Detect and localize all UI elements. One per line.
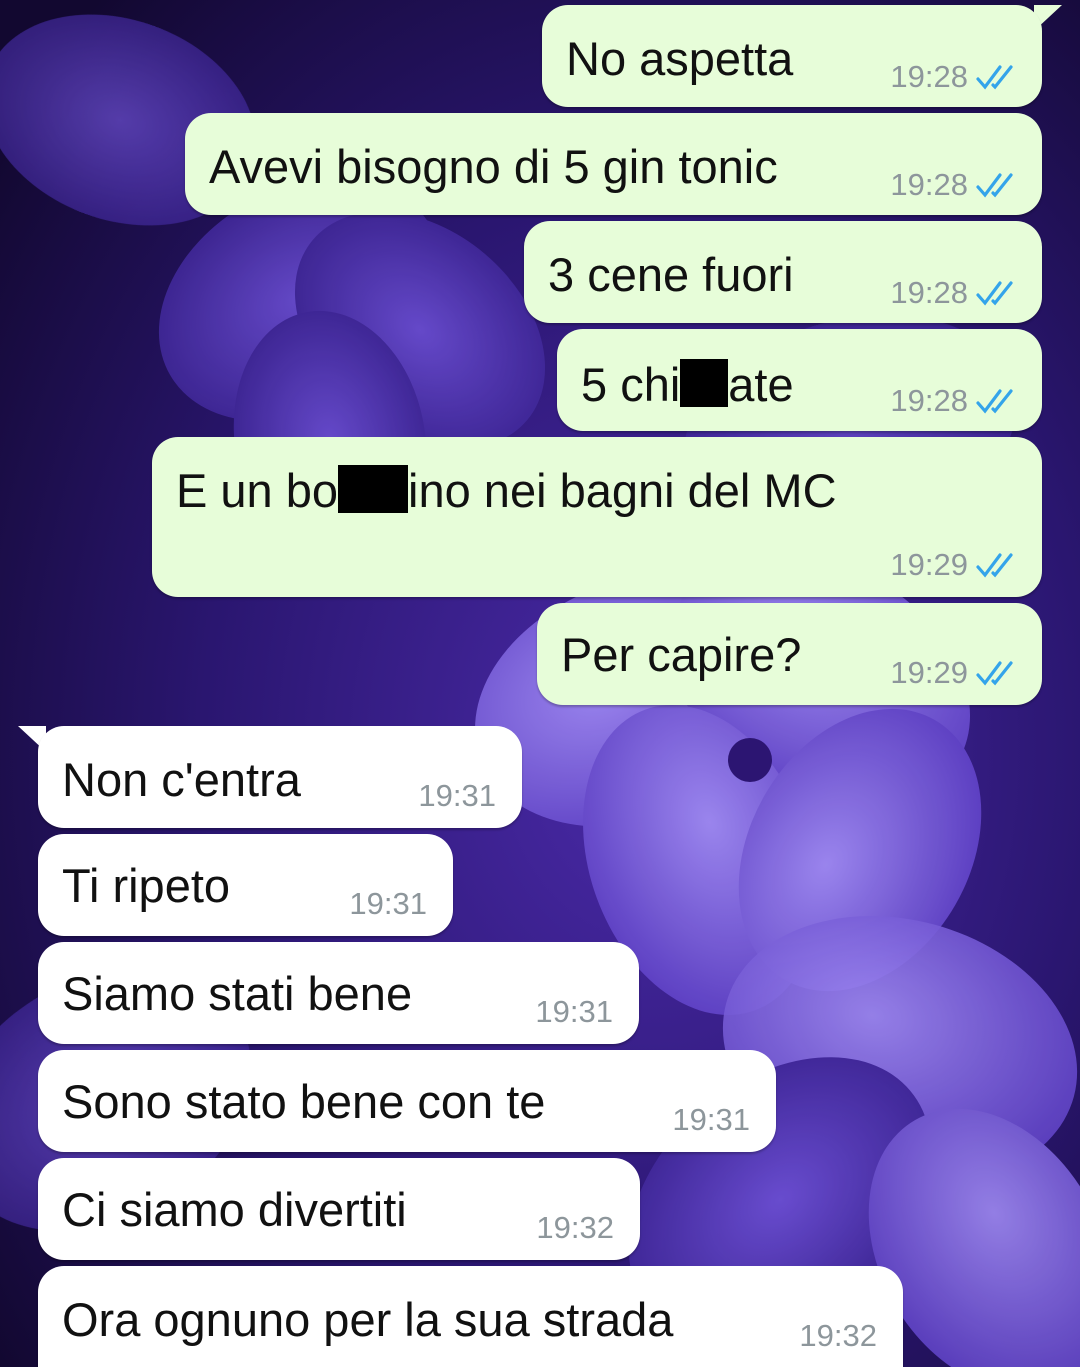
message-text: Avevi bisogno di 5 gin tonic — [209, 140, 778, 193]
message-text: Ora ognuno per la sua strada — [62, 1293, 674, 1346]
read-ticks-icon — [976, 552, 1013, 578]
message-bubble-incoming[interactable]: Ora ognuno per la sua strada 19:32 — [38, 1266, 903, 1367]
message-time: 19:32 — [799, 1318, 877, 1353]
message-meta: 19:31 — [672, 1104, 750, 1135]
message-meta: 19:32 — [536, 1212, 614, 1243]
message-text: 3 cene fuori — [548, 248, 794, 301]
message-text-part: ate — [728, 358, 794, 411]
message-bubble-outgoing[interactable]: Per capire? 19:29 — [537, 603, 1042, 705]
message-text: 5 chi ate — [581, 359, 794, 408]
message-bubble-outgoing[interactable]: E un bo ino nei bagni del MC 19:29 — [152, 437, 1042, 597]
message-meta: 19:32 — [799, 1320, 877, 1351]
message-time: 19:28 — [890, 167, 968, 202]
message-time: 19:31 — [418, 778, 496, 813]
read-ticks-icon — [976, 280, 1013, 306]
message-time: 19:31 — [535, 994, 613, 1029]
message-time: 19:31 — [672, 1102, 750, 1137]
message-text: Per capire? — [561, 628, 802, 681]
message-text: Ci siamo divertiti — [62, 1183, 407, 1236]
message-text: Sono stato bene con te — [62, 1075, 546, 1128]
message-time: 19:31 — [349, 886, 427, 921]
message-time: 19:29 — [890, 655, 968, 690]
redaction-block — [680, 359, 729, 407]
message-meta: 19:31 — [418, 780, 496, 811]
message-meta: 19:31 — [349, 888, 427, 919]
message-bubble-incoming[interactable]: Ci siamo divertiti 19:32 — [38, 1158, 640, 1260]
read-ticks-icon — [976, 660, 1013, 686]
message-time: 19:28 — [890, 383, 968, 418]
message-time: 19:29 — [890, 547, 968, 582]
message-text-part: ino nei bagni del MC — [408, 464, 837, 517]
read-ticks-icon — [976, 64, 1013, 90]
message-bubble-outgoing[interactable]: 3 cene fuori 19:28 — [524, 221, 1042, 323]
message-text: Siamo stati bene — [62, 967, 413, 1020]
message-meta: 19:31 — [535, 996, 613, 1027]
message-time: 19:28 — [890, 275, 968, 310]
message-bubble-outgoing[interactable]: No aspetta 19:28 — [542, 5, 1042, 107]
message-bubble-outgoing[interactable]: Avevi bisogno di 5 gin tonic 19:28 — [185, 113, 1042, 215]
message-text: E un bo ino nei bagni del MC — [176, 465, 837, 514]
message-bubble-incoming[interactable]: Siamo stati bene 19:31 — [38, 942, 639, 1044]
message-meta: 19:28 — [890, 385, 1020, 416]
message-time: 19:28 — [890, 59, 968, 94]
message-bubble-incoming[interactable]: Non c'entra 19:31 — [38, 726, 522, 828]
message-text: Non c'entra — [62, 753, 301, 806]
read-ticks-icon — [976, 388, 1013, 414]
message-text-part: 5 chi — [581, 358, 681, 411]
message-text-part: E un bo — [176, 464, 339, 517]
message-meta: 19:28 — [890, 277, 1020, 308]
message-meta: 19:28 — [890, 169, 1020, 200]
redaction-block — [338, 465, 409, 513]
message-bubble-outgoing[interactable]: 5 chi ate 19:28 — [557, 329, 1042, 431]
message-meta: 19:28 — [890, 61, 1020, 92]
message-time: 19:32 — [536, 1210, 614, 1245]
message-meta: 19:29 — [890, 657, 1020, 688]
message-text: No aspetta — [566, 32, 794, 85]
message-text: Ti ripeto — [62, 859, 231, 912]
message-bubble-incoming[interactable]: Sono stato bene con te 19:31 — [38, 1050, 776, 1152]
message-bubble-incoming[interactable]: Ti ripeto 19:31 — [38, 834, 453, 936]
read-ticks-icon — [976, 172, 1013, 198]
message-meta: 19:29 — [890, 549, 1020, 580]
